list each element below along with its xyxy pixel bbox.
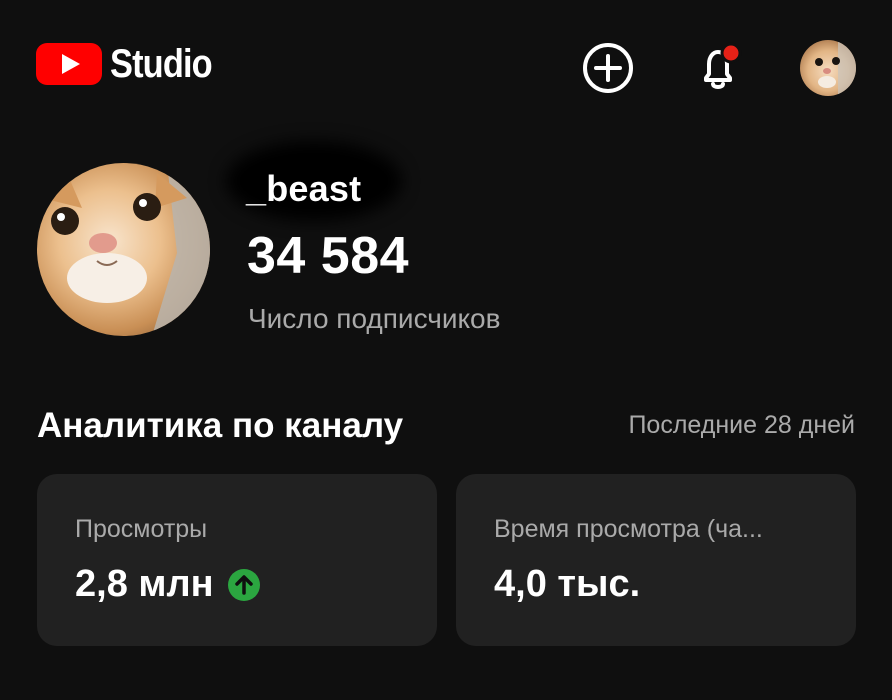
- account-avatar[interactable]: [800, 40, 856, 96]
- channel-avatar[interactable]: [37, 163, 210, 336]
- analytics-period[interactable]: Последние 28 дней: [628, 410, 855, 440]
- youtube-play-logo-icon: [36, 40, 102, 88]
- notifications-button[interactable]: [690, 40, 746, 96]
- plus-circle-icon: [583, 43, 633, 93]
- channel-name: _beast: [246, 168, 362, 209]
- channel-name-block: _beast: [226, 135, 526, 225]
- watch-time-value: 4,0 тыс.: [494, 563, 641, 605]
- create-button[interactable]: [580, 40, 636, 96]
- app-header: Studio: [0, 0, 892, 140]
- watch-time-card[interactable]: Время просмотра (ча... 4,0 тыс.: [456, 474, 856, 646]
- channel-analytics-title: Аналитика по каналу: [37, 406, 404, 445]
- trend-up-icon: [227, 568, 260, 601]
- views-card[interactable]: Просмотры 2,8 млн: [37, 474, 437, 646]
- views-value: 2,8 млн: [75, 563, 214, 605]
- views-label: Просмотры: [75, 515, 208, 543]
- subscriber-count: 34 584: [247, 227, 410, 285]
- studio-logo[interactable]: Studio: [36, 40, 228, 88]
- watch-time-label: Время просмотра (ча...: [494, 515, 763, 543]
- subscriber-count-label: Число подписчиков: [248, 303, 501, 334]
- bell-icon: [704, 42, 742, 89]
- brand-name: Studio: [110, 42, 213, 86]
